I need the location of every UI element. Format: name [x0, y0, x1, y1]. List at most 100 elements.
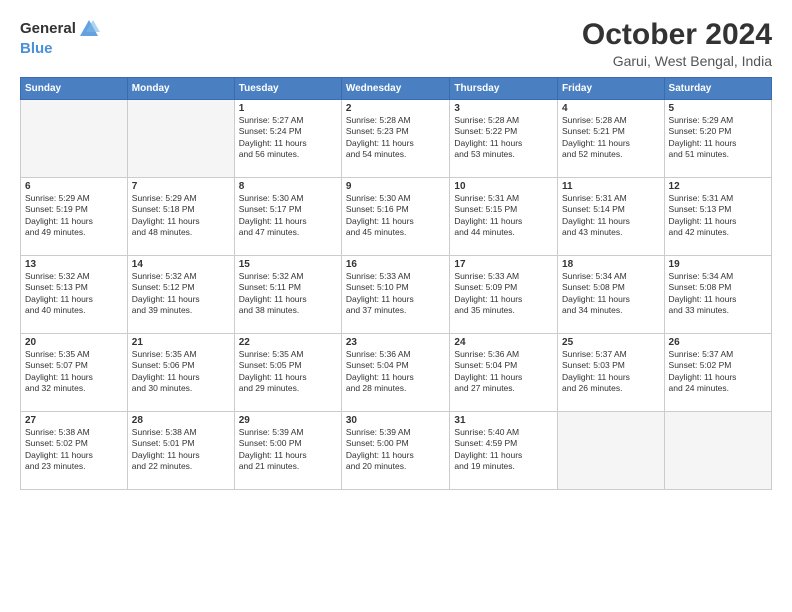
day-info: Sunrise: 5:29 AMSunset: 5:19 PMDaylight:…: [25, 193, 123, 239]
day-number: 26: [669, 337, 767, 348]
day-number: 28: [132, 415, 230, 426]
day-number: 24: [454, 337, 553, 348]
day-info: Sunrise: 5:40 AMSunset: 4:59 PMDaylight:…: [454, 427, 553, 473]
day-number: 18: [562, 259, 660, 270]
calendar-cell: 6Sunrise: 5:29 AMSunset: 5:19 PMDaylight…: [21, 178, 128, 256]
day-number: 13: [25, 259, 123, 270]
header-monday: Monday: [127, 78, 234, 100]
logo-blue: Blue: [20, 40, 53, 57]
day-number: 4: [562, 103, 660, 114]
calendar-table: Sunday Monday Tuesday Wednesday Thursday…: [20, 77, 772, 490]
day-number: 2: [346, 103, 446, 114]
month-title: October 2024: [582, 18, 772, 51]
day-number: 15: [239, 259, 337, 270]
day-number: 10: [454, 181, 553, 192]
day-info: Sunrise: 5:32 AMSunset: 5:11 PMDaylight:…: [239, 271, 337, 317]
day-number: 1: [239, 103, 337, 114]
calendar-cell: [127, 100, 234, 178]
day-info: Sunrise: 5:31 AMSunset: 5:15 PMDaylight:…: [454, 193, 553, 239]
calendar-cell: 8Sunrise: 5:30 AMSunset: 5:17 PMDaylight…: [234, 178, 341, 256]
day-number: 9: [346, 181, 446, 192]
calendar-cell: 22Sunrise: 5:35 AMSunset: 5:05 PMDayligh…: [234, 334, 341, 412]
header-wednesday: Wednesday: [341, 78, 450, 100]
day-number: 21: [132, 337, 230, 348]
header-friday: Friday: [558, 78, 665, 100]
day-number: 8: [239, 181, 337, 192]
calendar-cell: 26Sunrise: 5:37 AMSunset: 5:02 PMDayligh…: [664, 334, 771, 412]
calendar-cell: 24Sunrise: 5:36 AMSunset: 5:04 PMDayligh…: [450, 334, 558, 412]
day-info: Sunrise: 5:36 AMSunset: 5:04 PMDaylight:…: [346, 349, 446, 395]
day-info: Sunrise: 5:38 AMSunset: 5:02 PMDaylight:…: [25, 427, 123, 473]
header-row: Sunday Monday Tuesday Wednesday Thursday…: [21, 78, 772, 100]
calendar-cell: 28Sunrise: 5:38 AMSunset: 5:01 PMDayligh…: [127, 412, 234, 490]
day-info: Sunrise: 5:28 AMSunset: 5:23 PMDaylight:…: [346, 115, 446, 161]
day-number: 17: [454, 259, 553, 270]
calendar-cell: [558, 412, 665, 490]
day-info: Sunrise: 5:31 AMSunset: 5:14 PMDaylight:…: [562, 193, 660, 239]
day-info: Sunrise: 5:37 AMSunset: 5:03 PMDaylight:…: [562, 349, 660, 395]
day-info: Sunrise: 5:35 AMSunset: 5:05 PMDaylight:…: [239, 349, 337, 395]
calendar-cell: 27Sunrise: 5:38 AMSunset: 5:02 PMDayligh…: [21, 412, 128, 490]
day-info: Sunrise: 5:33 AMSunset: 5:09 PMDaylight:…: [454, 271, 553, 317]
title-section: October 2024 Garui, West Bengal, India: [582, 18, 772, 69]
day-number: 25: [562, 337, 660, 348]
day-info: Sunrise: 5:37 AMSunset: 5:02 PMDaylight:…: [669, 349, 767, 395]
week-row-1: 6Sunrise: 5:29 AMSunset: 5:19 PMDaylight…: [21, 178, 772, 256]
calendar-cell: [21, 100, 128, 178]
calendar-cell: 14Sunrise: 5:32 AMSunset: 5:12 PMDayligh…: [127, 256, 234, 334]
calendar-cell: 29Sunrise: 5:39 AMSunset: 5:00 PMDayligh…: [234, 412, 341, 490]
day-info: Sunrise: 5:30 AMSunset: 5:17 PMDaylight:…: [239, 193, 337, 239]
day-number: 19: [669, 259, 767, 270]
day-info: Sunrise: 5:32 AMSunset: 5:13 PMDaylight:…: [25, 271, 123, 317]
calendar-cell: 12Sunrise: 5:31 AMSunset: 5:13 PMDayligh…: [664, 178, 771, 256]
calendar-cell: 7Sunrise: 5:29 AMSunset: 5:18 PMDaylight…: [127, 178, 234, 256]
logo: General Blue: [20, 18, 100, 58]
day-number: 12: [669, 181, 767, 192]
header-sunday: Sunday: [21, 78, 128, 100]
day-number: 20: [25, 337, 123, 348]
page: General Blue October 2024 Garui, West Be…: [0, 0, 792, 612]
day-number: 7: [132, 181, 230, 192]
week-row-3: 20Sunrise: 5:35 AMSunset: 5:07 PMDayligh…: [21, 334, 772, 412]
calendar-cell: [664, 412, 771, 490]
day-number: 14: [132, 259, 230, 270]
calendar-cell: 18Sunrise: 5:34 AMSunset: 5:08 PMDayligh…: [558, 256, 665, 334]
calendar-cell: 30Sunrise: 5:39 AMSunset: 5:00 PMDayligh…: [341, 412, 450, 490]
day-number: 5: [669, 103, 767, 114]
calendar-cell: 3Sunrise: 5:28 AMSunset: 5:22 PMDaylight…: [450, 100, 558, 178]
day-info: Sunrise: 5:30 AMSunset: 5:16 PMDaylight:…: [346, 193, 446, 239]
calendar-cell: 25Sunrise: 5:37 AMSunset: 5:03 PMDayligh…: [558, 334, 665, 412]
day-info: Sunrise: 5:29 AMSunset: 5:18 PMDaylight:…: [132, 193, 230, 239]
day-info: Sunrise: 5:36 AMSunset: 5:04 PMDaylight:…: [454, 349, 553, 395]
day-number: 29: [239, 415, 337, 426]
day-info: Sunrise: 5:35 AMSunset: 5:06 PMDaylight:…: [132, 349, 230, 395]
day-number: 30: [346, 415, 446, 426]
week-row-4: 27Sunrise: 5:38 AMSunset: 5:02 PMDayligh…: [21, 412, 772, 490]
day-number: 23: [346, 337, 446, 348]
logo-icon: [78, 18, 100, 40]
calendar-cell: 17Sunrise: 5:33 AMSunset: 5:09 PMDayligh…: [450, 256, 558, 334]
day-info: Sunrise: 5:27 AMSunset: 5:24 PMDaylight:…: [239, 115, 337, 161]
day-info: Sunrise: 5:31 AMSunset: 5:13 PMDaylight:…: [669, 193, 767, 239]
calendar-cell: 13Sunrise: 5:32 AMSunset: 5:13 PMDayligh…: [21, 256, 128, 334]
calendar-cell: 4Sunrise: 5:28 AMSunset: 5:21 PMDaylight…: [558, 100, 665, 178]
day-info: Sunrise: 5:39 AMSunset: 5:00 PMDaylight:…: [239, 427, 337, 473]
calendar-cell: 20Sunrise: 5:35 AMSunset: 5:07 PMDayligh…: [21, 334, 128, 412]
day-number: 31: [454, 415, 553, 426]
calendar-cell: 19Sunrise: 5:34 AMSunset: 5:08 PMDayligh…: [664, 256, 771, 334]
day-info: Sunrise: 5:34 AMSunset: 5:08 PMDaylight:…: [562, 271, 660, 317]
calendar-cell: 11Sunrise: 5:31 AMSunset: 5:14 PMDayligh…: [558, 178, 665, 256]
day-info: Sunrise: 5:35 AMSunset: 5:07 PMDaylight:…: [25, 349, 123, 395]
calendar-cell: 2Sunrise: 5:28 AMSunset: 5:23 PMDaylight…: [341, 100, 450, 178]
calendar-cell: 10Sunrise: 5:31 AMSunset: 5:15 PMDayligh…: [450, 178, 558, 256]
calendar-cell: 1Sunrise: 5:27 AMSunset: 5:24 PMDaylight…: [234, 100, 341, 178]
week-row-2: 13Sunrise: 5:32 AMSunset: 5:13 PMDayligh…: [21, 256, 772, 334]
day-info: Sunrise: 5:33 AMSunset: 5:10 PMDaylight:…: [346, 271, 446, 317]
calendar-cell: 21Sunrise: 5:35 AMSunset: 5:06 PMDayligh…: [127, 334, 234, 412]
logo-general: General: [20, 21, 76, 38]
day-number: 3: [454, 103, 553, 114]
calendar-cell: 16Sunrise: 5:33 AMSunset: 5:10 PMDayligh…: [341, 256, 450, 334]
day-info: Sunrise: 5:32 AMSunset: 5:12 PMDaylight:…: [132, 271, 230, 317]
day-number: 16: [346, 259, 446, 270]
calendar-cell: 9Sunrise: 5:30 AMSunset: 5:16 PMDaylight…: [341, 178, 450, 256]
